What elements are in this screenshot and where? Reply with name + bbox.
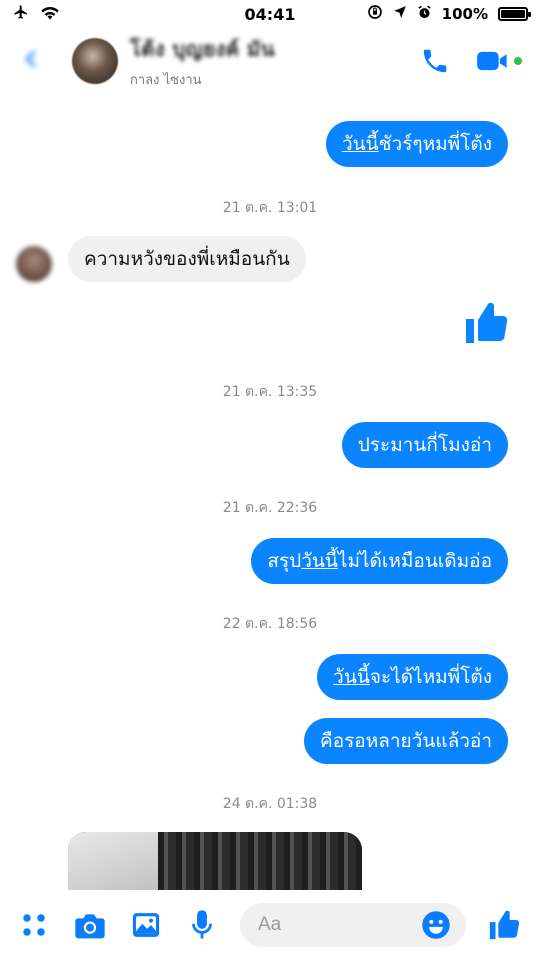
conversation-header: โต้ง บุญยงค์ มัน กาลง ไซงาน xyxy=(0,28,540,94)
timestamp: 21 ต.ค. 22:36 xyxy=(222,500,318,516)
like-sticker-message[interactable] xyxy=(462,299,510,351)
timestamp: 22 ต.ค. 18:56 xyxy=(222,616,318,632)
status-left xyxy=(12,4,60,24)
message-outgoing[interactable]: สรุปวันนี้ไม่ได้เหมือนเดิมอ่อ xyxy=(251,538,508,584)
contact-name: โต้ง บุญยงค์ มัน xyxy=(130,36,275,61)
phone-call-button[interactable] xyxy=(420,46,450,76)
message-outgoing[interactable]: ประมานกี่โมงอ่า xyxy=(341,422,508,468)
battery-level xyxy=(501,10,525,18)
contact-avatar-small[interactable] xyxy=(16,246,52,282)
camera-icon xyxy=(75,914,105,939)
like-icon xyxy=(489,910,520,940)
message-outgoing[interactable]: วันนี้ชัวร์ๆหมพี่โต้ง xyxy=(325,121,508,167)
status-right: 100% xyxy=(367,4,531,24)
active-status-dot xyxy=(514,57,522,65)
rotation-lock-icon xyxy=(367,4,383,24)
message-input-wrap xyxy=(240,903,466,947)
battery-percent: 100% xyxy=(441,5,488,23)
battery-icon xyxy=(498,7,531,21)
gallery-button[interactable] xyxy=(126,910,166,940)
apps-icon xyxy=(23,914,45,936)
contact-status: กาลง ไซงาน xyxy=(130,72,202,88)
like-button[interactable] xyxy=(484,908,524,942)
message-input[interactable] xyxy=(258,914,408,936)
emoji-icon xyxy=(422,911,450,939)
contact-avatar[interactable] xyxy=(72,38,118,84)
back-button[interactable] xyxy=(12,41,52,81)
photo-content xyxy=(68,832,158,890)
camera-button[interactable] xyxy=(70,910,110,940)
video-call-button[interactable] xyxy=(476,48,522,74)
apps-button[interactable] xyxy=(14,911,54,939)
photo-content xyxy=(158,832,362,890)
back-icon xyxy=(21,48,43,74)
video-call-icon xyxy=(477,51,507,71)
message-composer xyxy=(0,890,540,960)
message-text: ชัวร์ๆหมพี่โต้ง xyxy=(378,133,492,155)
message-incoming[interactable]: ความหวังของพี่เหมือนกัน xyxy=(68,236,306,282)
photo-message[interactable] xyxy=(68,832,362,890)
message-text: จะได้ไหมพี่โต้ง xyxy=(369,666,492,688)
message-link-text[interactable]: วันนี้ xyxy=(301,550,338,572)
microphone-icon xyxy=(192,910,212,939)
header-actions xyxy=(420,46,528,76)
message-list[interactable]: วันนี้ชัวร์ๆหมพี่โต้ง 21 ต.ค. 13:01 ความ… xyxy=(0,94,540,890)
alarm-icon xyxy=(417,5,432,24)
timestamp: 24 ต.ค. 01:38 xyxy=(222,796,318,812)
message-link-text[interactable]: วันนี้ xyxy=(333,666,370,688)
location-icon xyxy=(393,5,407,23)
wifi-icon xyxy=(40,4,60,24)
gallery-icon xyxy=(132,913,160,937)
message-text: สรุป xyxy=(267,550,302,572)
timestamp: 21 ต.ค. 13:01 xyxy=(222,200,318,216)
emoji-button[interactable] xyxy=(416,910,456,940)
message-text: ไม่ได้เหมือนเดิมอ่อ xyxy=(337,550,492,572)
phone-icon xyxy=(423,49,447,73)
like-icon xyxy=(466,302,508,343)
status-bar: 04:41 100% xyxy=(0,0,540,28)
airplane-icon xyxy=(12,4,30,24)
voice-button[interactable] xyxy=(182,909,222,941)
message-outgoing[interactable]: วันนี้จะได้ไหมพี่โต้ง xyxy=(317,654,508,700)
timestamp: 21 ต.ค. 13:35 xyxy=(222,384,318,400)
contact-info[interactable]: โต้ง บุญยงค์ มัน กาลง ไซงาน xyxy=(130,33,275,90)
message-outgoing[interactable]: คือรอหลายวันแล้วอ่า xyxy=(303,718,508,764)
message-link-text[interactable]: วันนี้ xyxy=(342,133,379,155)
